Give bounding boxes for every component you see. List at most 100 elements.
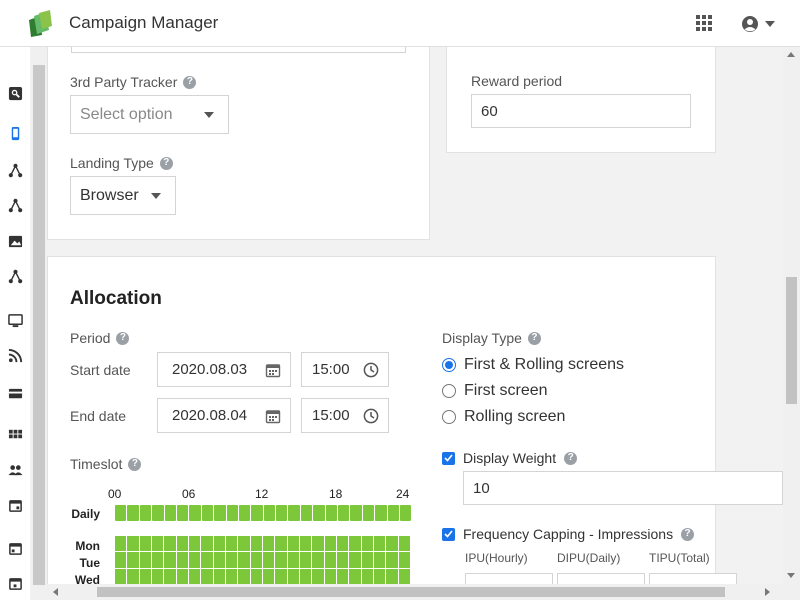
end-time-input[interactable]: 15:00 <box>301 398 389 433</box>
timeslot-cell[interactable] <box>225 536 238 552</box>
timeslot-cell[interactable] <box>201 568 213 584</box>
timeslot-cell[interactable] <box>115 505 127 521</box>
nav-people-icon[interactable] <box>6 460 24 478</box>
timeslot-cell[interactable] <box>399 505 412 521</box>
timeslot-cell[interactable] <box>151 536 164 552</box>
timeslot-cell[interactable] <box>324 536 336 552</box>
timeslot-cell[interactable] <box>313 505 325 521</box>
timeslot-cell[interactable] <box>287 552 299 568</box>
nav-calendar-icon-3[interactable] <box>6 574 24 592</box>
timeslot-cell[interactable] <box>226 505 238 521</box>
timeslot-cell[interactable] <box>176 505 189 521</box>
timeslot-cell[interactable] <box>373 552 386 568</box>
timeslot-cell[interactable] <box>299 536 312 552</box>
timeslot-cell[interactable] <box>139 536 151 552</box>
radio-first-screen[interactable]: First screen <box>442 382 548 400</box>
timeslot-cell[interactable] <box>127 505 139 521</box>
timeslot-cell[interactable] <box>336 536 349 552</box>
radio-rolling-screen[interactable]: Rolling screen <box>442 408 565 426</box>
help-icon[interactable]: ? <box>564 451 578 465</box>
timeslot-cell[interactable] <box>275 568 287 584</box>
timeslot-cell[interactable] <box>164 552 176 568</box>
timeslot-cell[interactable] <box>325 505 338 521</box>
nav-rss-icon[interactable] <box>6 346 24 364</box>
vertical-scrollbar[interactable] <box>783 47 800 584</box>
timeslot-cell[interactable] <box>338 505 350 521</box>
timeslot-cell[interactable] <box>349 536 361 552</box>
timeslot-cell[interactable] <box>189 505 201 521</box>
timeslot-cell[interactable] <box>300 505 313 521</box>
timeslot-cell[interactable] <box>312 568 324 584</box>
timeslot-cell[interactable] <box>225 568 238 584</box>
help-icon[interactable]: ? <box>128 457 142 471</box>
timeslot-cell[interactable] <box>386 552 398 568</box>
scrollbar-thumb[interactable] <box>786 277 797 404</box>
nav-monitor-icon[interactable] <box>6 311 24 329</box>
help-icon[interactable]: ? <box>116 331 130 345</box>
timeslot-cell[interactable] <box>115 536 127 552</box>
display-weight-checkbox-row[interactable]: Display Weight ? <box>442 450 578 466</box>
timeslot-cell[interactable] <box>398 552 410 568</box>
nav-calendar-icon-2[interactable] <box>6 539 24 557</box>
timeslot-cell[interactable] <box>250 568 262 584</box>
timeslot-cell[interactable] <box>299 552 312 568</box>
nav-mobile-icon[interactable] <box>6 124 24 142</box>
radio-checked[interactable] <box>442 358 456 372</box>
timeslot-cell[interactable] <box>188 552 201 568</box>
nav-network-icon[interactable] <box>6 161 24 179</box>
timeslot-cell[interactable] <box>151 568 164 584</box>
timeslot-row-daily[interactable] <box>115 505 412 521</box>
timeslot-cell[interactable] <box>238 536 250 552</box>
timeslot-cell[interactable] <box>287 568 299 584</box>
timeslot-cell[interactable] <box>250 536 262 552</box>
timeslot-cell[interactable] <box>188 568 201 584</box>
timeslot-cell[interactable] <box>287 536 299 552</box>
timeslot-cell[interactable] <box>276 505 288 521</box>
timeslot-cell[interactable] <box>336 568 349 584</box>
timeslot-cell[interactable] <box>238 552 250 568</box>
nav-apps-icon[interactable] <box>6 425 24 443</box>
timeslot-cell[interactable] <box>299 568 312 584</box>
timeslot-cell[interactable] <box>361 568 373 584</box>
timeslot-cell[interactable] <box>115 568 127 584</box>
radio-unchecked[interactable] <box>442 410 456 424</box>
timeslot-cell[interactable] <box>350 505 362 521</box>
timeslot-cell[interactable] <box>373 536 386 552</box>
radio-unchecked[interactable] <box>442 384 456 398</box>
timeslot-cell[interactable] <box>386 536 398 552</box>
timeslot-cell[interactable] <box>213 536 225 552</box>
timeslot-cell[interactable] <box>164 536 176 552</box>
timeslot-cell[interactable] <box>201 505 214 521</box>
nav-analytics-icon[interactable] <box>6 84 24 102</box>
timeslot-cell[interactable] <box>262 552 275 568</box>
nav-network-icon-2[interactable] <box>6 196 24 214</box>
timeslot-cell[interactable] <box>115 552 127 568</box>
timeslot-cell[interactable] <box>324 568 336 584</box>
timeslot-cell[interactable] <box>127 536 139 552</box>
timeslot-cell[interactable] <box>238 568 250 584</box>
timeslot-cell[interactable] <box>312 536 324 552</box>
help-icon[interactable]: ? <box>527 331 541 345</box>
timeslot-cell[interactable] <box>263 505 276 521</box>
timeslot-cell[interactable] <box>176 536 188 552</box>
timeslot-cell[interactable] <box>152 505 164 521</box>
help-icon[interactable]: ? <box>159 156 173 170</box>
reward-period-input[interactable]: 60 <box>471 94 691 128</box>
timeslot-cell[interactable] <box>398 536 410 552</box>
display-weight-input[interactable]: 10 <box>463 471 783 505</box>
timeslot-cell[interactable] <box>375 505 387 521</box>
scrollbar-thumb[interactable] <box>97 587 725 597</box>
user-menu[interactable] <box>741 14 775 34</box>
timeslot-cell[interactable] <box>361 536 373 552</box>
timeslot-cell[interactable] <box>275 536 287 552</box>
timeslot-cell[interactable] <box>139 552 151 568</box>
timeslot-cell[interactable] <box>139 568 151 584</box>
calendar-icon[interactable] <box>265 362 281 378</box>
timeslot-cell[interactable] <box>238 505 251 521</box>
frequency-capping-checkbox-row[interactable]: Frequency Capping - Impressions ? <box>442 526 695 542</box>
nav-calendar-icon[interactable] <box>6 496 24 514</box>
timeslot-cell[interactable] <box>398 568 410 584</box>
tracker-select[interactable]: Select option <box>70 95 229 134</box>
clock-icon[interactable] <box>363 408 379 424</box>
timeslot-grid-weekdays[interactable] <box>115 536 410 584</box>
